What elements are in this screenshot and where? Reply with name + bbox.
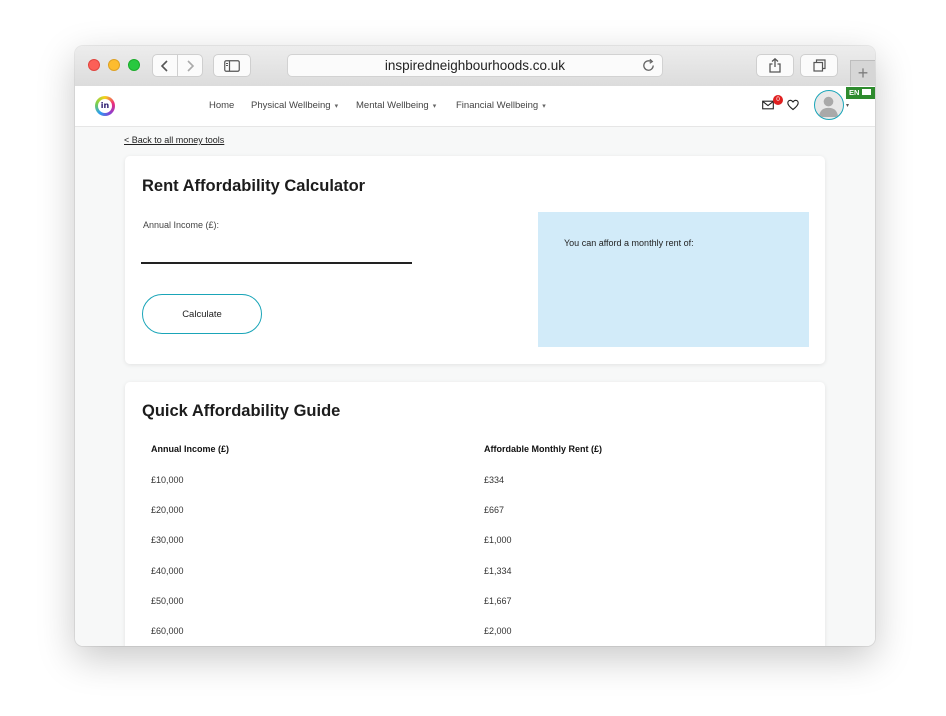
table-row: £50,000 £1,667 bbox=[125, 596, 825, 616]
sidebar-toggle-button[interactable] bbox=[213, 54, 251, 77]
rent-cell: £1,000 bbox=[484, 535, 512, 545]
rent-cell: £667 bbox=[484, 505, 505, 515]
chevron-left-icon bbox=[160, 59, 168, 72]
close-window-button[interactable] bbox=[88, 59, 100, 71]
browser-back-button[interactable] bbox=[152, 54, 178, 77]
nav-physical-wellbeing[interactable]: Physical Wellbeing ▾ bbox=[251, 86, 338, 126]
notification-badge: 0 bbox=[773, 95, 783, 105]
tabs-icon bbox=[812, 59, 826, 72]
sidebar-icon bbox=[224, 59, 240, 72]
flag-icon bbox=[862, 89, 872, 95]
income-cell: £30,000 bbox=[151, 535, 184, 545]
income-cell: £10,000 bbox=[151, 475, 184, 485]
browser-toolbar: inspiredneighbourhoods.co.uk + bbox=[75, 46, 875, 87]
caret-down-icon: ▾ bbox=[542, 103, 546, 110]
result-panel: You can afford a monthly rent of: bbox=[538, 212, 809, 347]
income-cell: £20,000 bbox=[151, 505, 184, 515]
income-cell: £60,000 bbox=[151, 626, 184, 636]
caret-down-icon: ▾ bbox=[334, 103, 339, 110]
table-row: £20,000 £667 bbox=[125, 505, 825, 525]
show-tabs-button[interactable] bbox=[800, 54, 838, 77]
address-bar[interactable]: inspiredneighbourhoods.co.uk bbox=[287, 54, 663, 77]
chevron-right-icon bbox=[187, 59, 195, 72]
rent-cell: £2,000 bbox=[484, 626, 512, 636]
nav-financial-wellbeing[interactable]: Financial Wellbeing ▾ bbox=[456, 86, 546, 126]
calculate-button[interactable]: Calculate bbox=[142, 294, 262, 334]
nav-home-label: Home bbox=[209, 100, 235, 111]
table-row: £10,000 £334 bbox=[125, 475, 825, 495]
nav-physical-wellbeing-label: Physical Wellbeing bbox=[251, 100, 331, 111]
browser-window: inspiredneighbourhoods.co.uk + in Home P… bbox=[75, 46, 875, 646]
calculator-title: Rent Affordability Calculator bbox=[142, 177, 366, 195]
column-header-income: Annual Income (£) bbox=[151, 444, 230, 454]
table-row: £40,000 £1,334 bbox=[125, 566, 825, 586]
nav-home[interactable]: Home bbox=[209, 86, 234, 126]
annual-income-label: Annual Income (£): bbox=[143, 220, 220, 230]
nav-financial-wellbeing-label: Financial Wellbeing bbox=[456, 100, 539, 111]
page-content: < Back to all money tools Rent Affordabi… bbox=[75, 127, 875, 646]
site-header: in Home Physical Wellbeing ▾ Mental Wellb… bbox=[75, 86, 875, 127]
nav-mental-wellbeing[interactable]: Mental Wellbeing ▾ bbox=[356, 86, 436, 126]
nav-mental-wellbeing-label: Mental Wellbeing bbox=[356, 100, 429, 111]
table-row: £30,000 £1,000 bbox=[125, 535, 825, 555]
avatar-caret-icon[interactable]: ▾ bbox=[846, 102, 849, 109]
rent-cell: £334 bbox=[484, 475, 505, 485]
result-label: You can afford a monthly rent of: bbox=[564, 238, 694, 248]
rent-cell: £1,667 bbox=[484, 596, 512, 606]
zoom-window-button[interactable] bbox=[128, 59, 140, 71]
reload-icon[interactable] bbox=[641, 58, 656, 73]
share-icon bbox=[769, 58, 781, 73]
user-icon bbox=[818, 96, 839, 118]
calculator-card: Rent Affordability Calculator Annual Inc… bbox=[125, 156, 825, 364]
url-text: inspiredneighbourhoods.co.uk bbox=[384, 58, 566, 73]
language-selector[interactable]: EN bbox=[846, 87, 875, 99]
logo-text: in bbox=[98, 99, 112, 113]
annual-income-input[interactable] bbox=[141, 232, 412, 264]
language-label: EN bbox=[849, 88, 860, 97]
affordability-guide-card: Quick Affordability Guide Annual Income … bbox=[125, 382, 825, 646]
share-button[interactable] bbox=[756, 54, 794, 77]
minimize-window-button[interactable] bbox=[108, 59, 120, 71]
caret-down-icon: ▾ bbox=[432, 103, 437, 110]
table-row: £60,000 £2,000 bbox=[125, 626, 825, 646]
income-cell: £40,000 bbox=[151, 566, 184, 576]
browser-forward-button[interactable] bbox=[177, 54, 203, 77]
income-cell: £50,000 bbox=[151, 596, 184, 606]
avatar[interactable] bbox=[814, 90, 844, 120]
new-tab-button[interactable]: + bbox=[850, 60, 875, 86]
heart-icon[interactable] bbox=[787, 99, 799, 111]
rent-cell: £1,334 bbox=[484, 566, 512, 576]
guide-title: Quick Affordability Guide bbox=[142, 402, 341, 420]
site-logo[interactable]: in bbox=[95, 96, 115, 116]
column-header-rent: Affordable Monthly Rent (£) bbox=[484, 444, 602, 454]
back-to-money-tools-link[interactable]: < Back to all money tools bbox=[124, 135, 224, 145]
